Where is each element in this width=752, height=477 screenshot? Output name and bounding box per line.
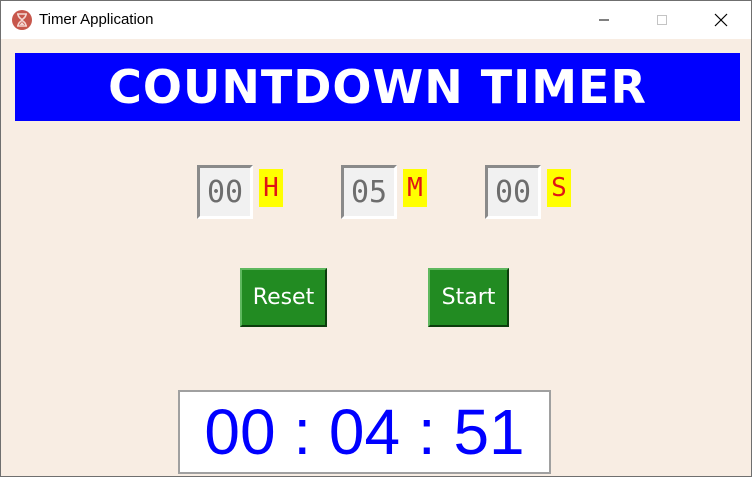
reset-button[interactable]: Reset: [240, 268, 327, 327]
hours-input[interactable]: [197, 165, 253, 219]
header-banner: COUNTDOWN TIMER: [15, 53, 740, 121]
hourglass-icon: [12, 10, 32, 30]
title-bar[interactable]: Timer Application: [1, 1, 751, 39]
countdown-display: 00 : 04 : 51: [178, 390, 551, 474]
window-title: Timer Application: [39, 11, 154, 28]
maximize-icon: [657, 15, 667, 25]
start-button[interactable]: Start: [428, 268, 509, 327]
minutes-unit-label: M: [403, 169, 427, 207]
seconds-unit-label: S: [547, 169, 571, 207]
close-button[interactable]: [698, 1, 744, 39]
app-window: Timer Application COUNTDOWN TIMER H M S …: [0, 0, 752, 477]
hours-unit-label: H: [259, 169, 283, 207]
minimize-button[interactable]: [581, 1, 627, 39]
close-icon: [714, 13, 728, 27]
maximize-button[interactable]: [639, 1, 685, 39]
minimize-icon: [599, 19, 609, 21]
minutes-input[interactable]: [341, 165, 397, 219]
seconds-input[interactable]: [485, 165, 541, 219]
